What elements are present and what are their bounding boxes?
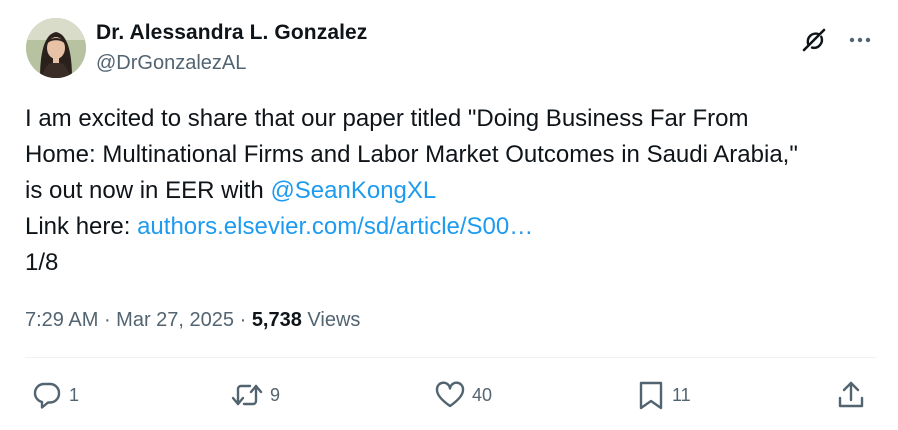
bookmark-count: 11 [672, 385, 691, 405]
bookmark-button[interactable]: 11 [636, 378, 691, 412]
tweet-line: Home: Multinational Firms and Labor Mark… [25, 141, 798, 168]
tweet-line: is out now in EER with @SeanKongXL [25, 173, 885, 209]
like-button[interactable]: 40 [434, 378, 492, 412]
author-block: Dr. Alessandra L. Gonzalez @DrGonzalezAL [96, 20, 367, 76]
views-label: Views [301, 309, 361, 331]
mention-link[interactable]: @SeanKongXL [270, 177, 436, 204]
author-handle[interactable]: @DrGonzalezAL [96, 50, 367, 76]
views-count[interactable]: 5,738 [252, 309, 302, 331]
profile-photo [26, 18, 86, 78]
reply-button[interactable]: 1 [31, 378, 79, 412]
meta-separator: · [234, 309, 252, 331]
reply-icon [33, 382, 61, 409]
bookmark-icon [639, 381, 663, 410]
tweet-line-text: is out now in EER with [25, 177, 271, 204]
retweet-button[interactable]: 9 [230, 378, 280, 412]
retweet-count: 9 [270, 385, 281, 405]
meta-separator: · [98, 309, 117, 331]
divider [25, 357, 876, 358]
tweet-line: I am excited to share that our paper tit… [25, 105, 749, 132]
reply-count: 1 [69, 385, 80, 405]
like-count: 40 [472, 385, 493, 405]
tweet-line-text: Link here: [25, 213, 138, 240]
tweet-text: I am excited to share that our paper tit… [25, 101, 885, 281]
grok-button[interactable] [800, 26, 828, 54]
share-button[interactable] [836, 378, 866, 412]
grok-icon [802, 28, 826, 52]
author-display-name[interactable]: Dr. Alessandra L. Gonzalez [96, 20, 367, 46]
tweet-date[interactable]: Mar 27, 2025 [116, 309, 234, 331]
tweet-time[interactable]: 7:29 AM [25, 309, 98, 331]
tweet-line: Link here: authors.elsevier.com/sd/artic… [25, 209, 885, 245]
tweet-meta: 7:29 AM · Mar 27, 2025 · 5,738 Views [25, 306, 360, 334]
article-link[interactable]: authors.elsevier.com/sd/article/S00… [137, 213, 533, 240]
retweet-icon [231, 384, 263, 406]
thread-counter: 1/8 [25, 249, 59, 276]
share-icon [838, 381, 864, 408]
more-options-button[interactable] [846, 26, 874, 54]
heart-icon [435, 381, 465, 408]
more-horizontal-icon [849, 37, 871, 43]
avatar[interactable] [26, 18, 86, 78]
